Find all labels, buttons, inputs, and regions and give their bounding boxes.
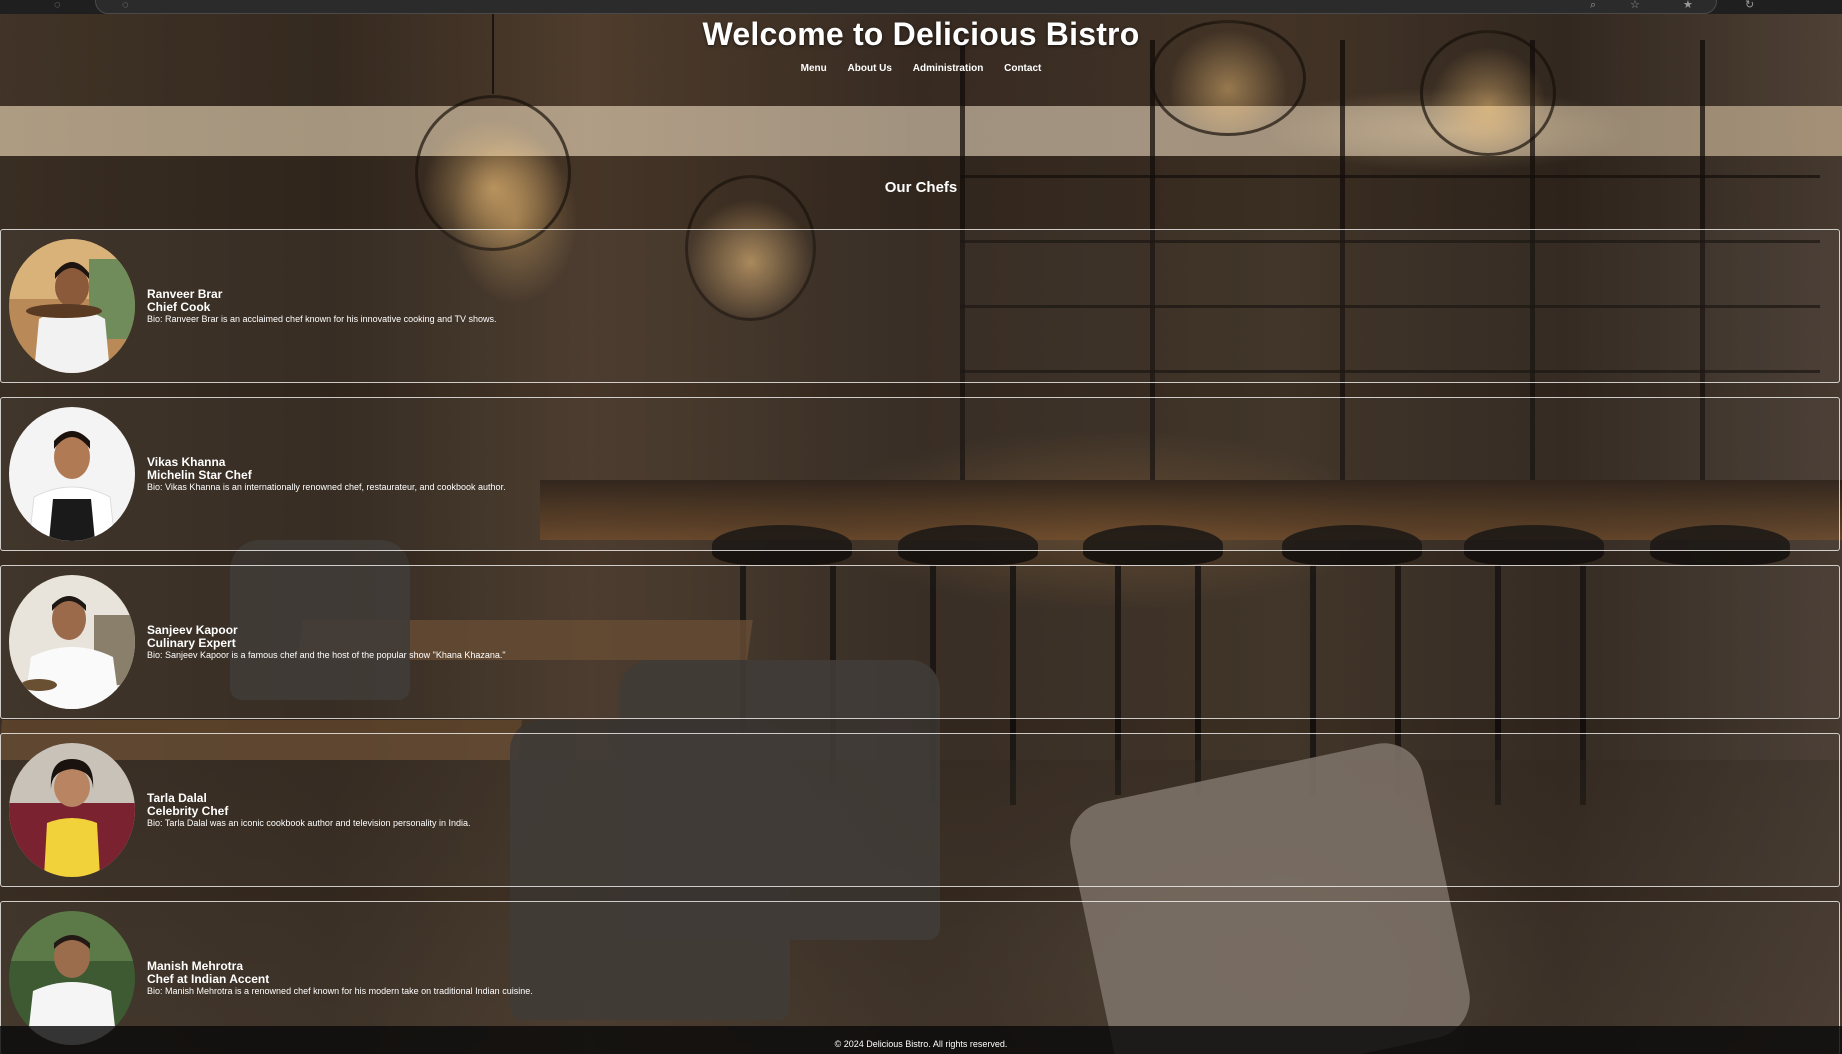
browser-address-bar[interactable] [95, 0, 1717, 14]
browser-nav-icon[interactable]: ◌ [54, 0, 61, 11]
chef-info: Vikas Khanna Michelin Star Chef Bio: Vik… [147, 456, 506, 493]
site-footer: © 2024 Delicious Bistro. All rights rese… [0, 1026, 1842, 1054]
browser-toolbar: ◌ ◌ ⌕ ☆ ★ ↻ [0, 0, 1842, 14]
chef-info: Manish Mehrotra Chef at Indian Accent Bi… [147, 960, 533, 997]
browser-menu-icon[interactable]: ↻ [1745, 0, 1754, 11]
background-shelf [960, 175, 1820, 178]
chef-photo [9, 743, 135, 877]
chef-info: Sanjeev Kapoor Culinary Expert Bio: Sanj… [147, 624, 506, 661]
chef-bio: Bio: Ranveer Brar is an acclaimed chef k… [147, 314, 497, 324]
chef-info: Ranveer Brar Chief Cook Bio: Ranveer Bra… [147, 288, 497, 325]
chef-info: Tarla Dalal Celebrity Chef Bio: Tarla Da… [147, 792, 471, 829]
chef-card: Ranveer Brar Chief Cook Bio: Ranveer Bra… [0, 229, 1840, 383]
nav-link-menu[interactable]: Menu [801, 63, 827, 74]
chef-bio: Bio: Tarla Dalal was an iconic cookbook … [147, 818, 471, 828]
background-light-band [0, 106, 1842, 156]
section-title: Our Chefs [884, 179, 958, 196]
chef-role: Michelin Star Chef [147, 468, 252, 482]
nav-link-about-us[interactable]: About Us [848, 63, 892, 74]
nav-link-contact[interactable]: Contact [1004, 63, 1041, 74]
site-title: Welcome to Delicious Bistro [702, 16, 1140, 52]
bookmark-star-icon[interactable]: ★ [1683, 0, 1693, 11]
chef-photo [9, 407, 135, 541]
site-header: Welcome to Delicious Bistro Menu About U… [0, 14, 1842, 106]
footer-copyright: © 2024 Delicious Bistro. All rights rese… [834, 1039, 1008, 1049]
chef-bio: Bio: Manish Mehrotra is a renowned chef … [147, 986, 533, 996]
chef-card: Tarla Dalal Celebrity Chef Bio: Tarla Da… [0, 733, 1840, 887]
chef-role: Celebrity Chef [147, 804, 229, 818]
chef-card: Vikas Khanna Michelin Star Chef Bio: Vik… [0, 397, 1840, 551]
chef-role: Culinary Expert [147, 636, 236, 650]
chef-photo [9, 575, 135, 709]
chef-card: Sanjeev Kapoor Culinary Expert Bio: Sanj… [0, 565, 1840, 719]
site-info-icon[interactable]: ◌ [122, 0, 129, 11]
chef-bio: Bio: Vikas Khanna is an internationally … [147, 482, 506, 492]
main-nav: Menu About Us Administration Contact [0, 63, 1842, 74]
chef-photo [9, 239, 135, 373]
background-pendant-lamp [415, 95, 571, 251]
extensions-icon[interactable]: ☆ [1630, 0, 1640, 11]
chef-photo [9, 911, 135, 1045]
chef-bio: Bio: Sanjeev Kapoor is a famous chef and… [147, 650, 506, 660]
zoom-icon[interactable]: ⌕ [1590, 0, 1596, 11]
nav-link-administration[interactable]: Administration [913, 63, 984, 74]
chef-role: Chef at Indian Accent [147, 972, 270, 986]
chef-role: Chief Cook [147, 300, 211, 314]
